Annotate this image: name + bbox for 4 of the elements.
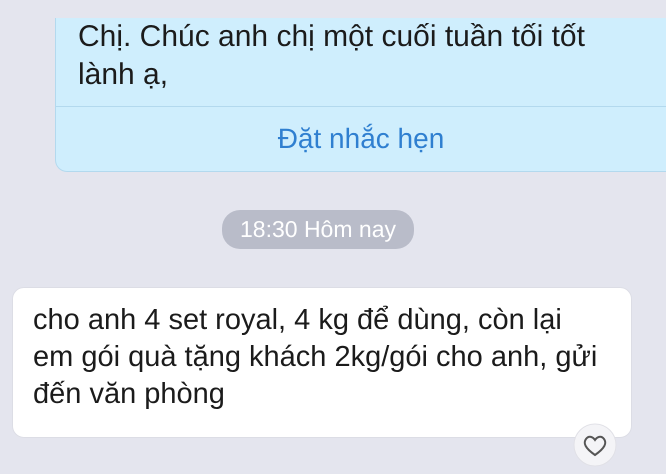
timestamp-pill: 18:30 Hôm nay [222,210,414,249]
reminder-button[interactable]: Đặt nhắc hẹn [56,106,666,171]
message-text: cho anh 4 set royal, 4 kg để dùng, còn lại em gói quà tặng khách 2kg/gói cho anh, gửi đến văn phòng [32,303,598,412]
message-text: Chị. Chúc anh chị một cuối tuần tối tốt lành ạ, [77,19,586,93]
